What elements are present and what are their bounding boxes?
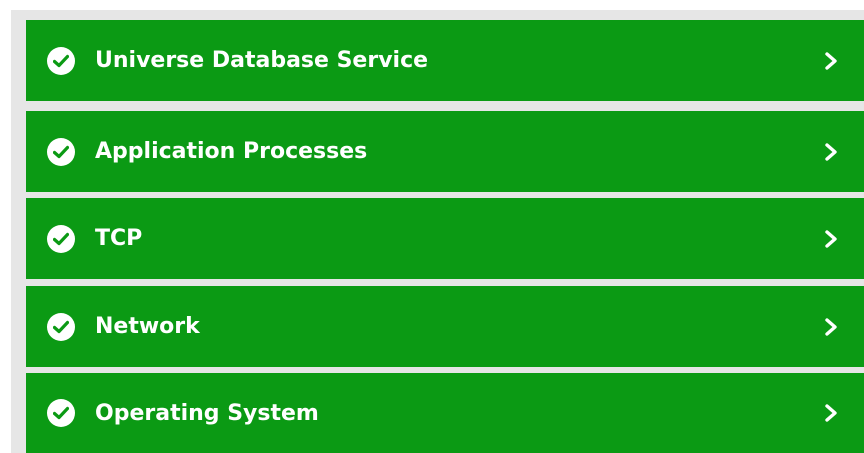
chevron-right-icon[interactable]	[822, 50, 840, 72]
status-row-label: Network	[95, 314, 200, 339]
check-circle-icon	[47, 399, 75, 427]
check-circle-icon	[47, 224, 75, 253]
chevron-right-icon[interactable]	[822, 402, 840, 424]
status-row-network[interactable]: Network	[26, 286, 864, 367]
status-row-application-processes[interactable]: Application Processes	[26, 111, 864, 192]
status-row-tcp[interactable]: TCP	[26, 198, 864, 279]
check-circle-icon	[47, 137, 75, 166]
status-list: Universe Database Service Application Pr…	[26, 20, 864, 453]
status-row-label: Application Processes	[95, 139, 368, 164]
chevron-right-icon[interactable]	[822, 316, 840, 338]
check-circle-icon	[47, 312, 75, 341]
chevron-right-icon[interactable]	[822, 141, 840, 163]
status-row-operating-system[interactable]: Operating System	[26, 373, 864, 453]
status-row-label: Operating System	[95, 400, 319, 426]
chevron-right-icon[interactable]	[822, 228, 840, 250]
status-row-label: Universe Database Service	[95, 48, 429, 73]
check-circle-icon	[47, 46, 75, 75]
status-row-label: TCP	[95, 226, 143, 251]
status-row-universe-database-service[interactable]: Universe Database Service	[26, 20, 864, 101]
